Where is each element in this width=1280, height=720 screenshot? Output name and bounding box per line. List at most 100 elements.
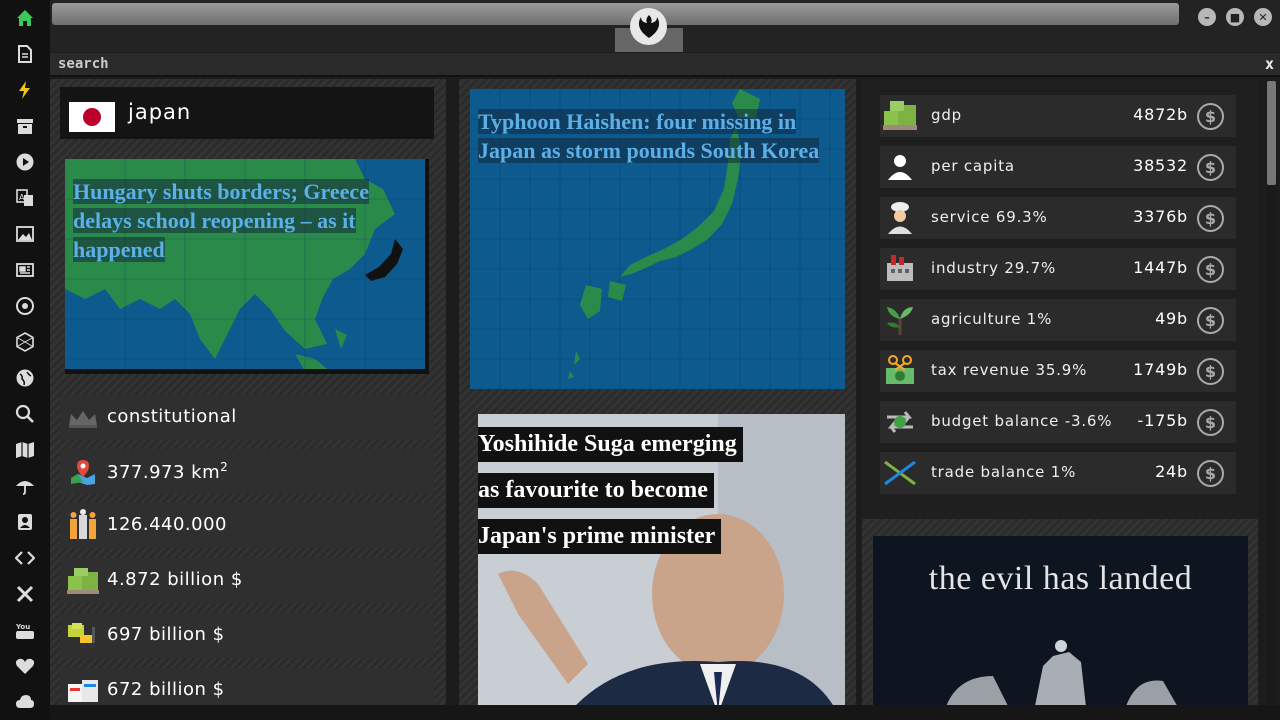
budget-icon bbox=[882, 404, 918, 440]
gdp-icon bbox=[882, 98, 918, 134]
area-map-icon bbox=[66, 455, 100, 489]
dollar-icon[interactable]: $ bbox=[1197, 409, 1224, 436]
stat-area: 377.973 km2 bbox=[60, 449, 434, 494]
news-card-typhoon[interactable]: Typhoon Haishen: four missing in Japan a… bbox=[470, 89, 845, 389]
tax-icon bbox=[882, 353, 918, 389]
archive-icon[interactable] bbox=[13, 114, 37, 138]
econ-row-industry[interactable]: industry 29.7% 1447b $ bbox=[880, 248, 1236, 290]
search-label: search bbox=[58, 56, 109, 72]
svg-text:A: A bbox=[19, 193, 25, 202]
forklift-money-icon bbox=[66, 619, 100, 653]
econ-row-service[interactable]: service 69.3% 3376b $ bbox=[880, 197, 1236, 239]
population-icon bbox=[66, 509, 100, 543]
map-icon[interactable] bbox=[13, 438, 37, 462]
maximize-button[interactable]: ■ bbox=[1226, 8, 1244, 26]
news-headline-left: Hungary shuts borders; Greece delays sch… bbox=[73, 179, 369, 262]
home-icon[interactable] bbox=[13, 6, 37, 30]
dollar-icon[interactable]: $ bbox=[1197, 103, 1224, 130]
promo-card[interactable]: the evil has landed bbox=[873, 536, 1248, 705]
economy-panel: gdp 4872b $ per capita 38532 $ service 6… bbox=[862, 79, 1258, 519]
scrollbar[interactable] bbox=[1266, 79, 1277, 705]
econ-label: budget balance -3.6% bbox=[931, 412, 1113, 430]
econ-row-budget-balance[interactable]: budget balance -3.6% -175b $ bbox=[880, 401, 1236, 443]
app-window: A You – ■ ✕ search x japan Hungary shuts… bbox=[0, 0, 1280, 720]
exports-value: 697 billion $ bbox=[107, 624, 225, 645]
newspaper-icon[interactable] bbox=[13, 258, 37, 282]
close-window-button[interactable]: ✕ bbox=[1254, 8, 1272, 26]
translate-icon[interactable]: A bbox=[13, 186, 37, 210]
dollar-icon[interactable]: $ bbox=[1197, 460, 1224, 487]
bottom-bar bbox=[50, 705, 1280, 720]
stat-gdp: 4.872 billion $ bbox=[60, 558, 434, 603]
econ-row-agriculture[interactable]: agriculture 1% 49b $ bbox=[880, 299, 1236, 341]
eagle-statue-image bbox=[946, 640, 1177, 705]
promo-text: the evil has landed bbox=[928, 560, 1193, 597]
scrollbar-thumb[interactable] bbox=[1267, 81, 1276, 185]
dollar-icon[interactable]: $ bbox=[1197, 256, 1224, 283]
econ-label: per capita bbox=[931, 157, 1015, 175]
tools-icon[interactable] bbox=[13, 582, 37, 606]
economy-column: gdp 4872b $ per capita 38532 $ service 6… bbox=[862, 79, 1258, 705]
factory-icon bbox=[882, 251, 918, 287]
minimize-button[interactable]: – bbox=[1198, 8, 1216, 26]
econ-label: industry 29.7% bbox=[931, 259, 1057, 277]
country-header: japan bbox=[60, 87, 434, 139]
news-card-left[interactable]: Hungary shuts borders; Greece delays sch… bbox=[65, 159, 429, 374]
econ-value: 3376b bbox=[1133, 207, 1188, 226]
dollar-icon[interactable]: $ bbox=[1197, 307, 1224, 334]
globe-icon[interactable] bbox=[13, 366, 37, 390]
trade-icon bbox=[882, 455, 918, 491]
code-icon[interactable] bbox=[13, 546, 37, 570]
econ-label: agriculture 1% bbox=[931, 310, 1053, 328]
news-headline-typhoon: Typhoon Haishen: four missing in Japan a… bbox=[478, 109, 820, 163]
cloud-icon[interactable] bbox=[13, 690, 37, 714]
econ-label: trade balance 1% bbox=[931, 463, 1077, 481]
stat-population: 126.440.000 bbox=[60, 503, 434, 548]
area-value: 377.973 km2 bbox=[107, 460, 229, 483]
settings-icon[interactable] bbox=[13, 294, 37, 318]
econ-row-trade-balance[interactable]: trade balance 1% 24b $ bbox=[880, 452, 1236, 494]
econ-value: 1447b bbox=[1133, 258, 1188, 277]
japan-flag-icon bbox=[69, 102, 115, 132]
lightning-icon[interactable] bbox=[13, 78, 37, 102]
logo-tab[interactable] bbox=[615, 0, 683, 52]
stat-imports: 672 billion $ bbox=[60, 668, 434, 705]
play-icon[interactable] bbox=[13, 150, 37, 174]
search-bar[interactable]: search x bbox=[50, 53, 1280, 77]
heart-icon[interactable] bbox=[13, 654, 37, 678]
econ-row-tax-revenue[interactable]: tax revenue 35.9% 1749b $ bbox=[880, 350, 1236, 392]
stat-exports: 697 billion $ bbox=[60, 613, 434, 658]
hexagon-icon[interactable] bbox=[13, 330, 37, 354]
search-icon[interactable] bbox=[13, 402, 37, 426]
search-close-button[interactable]: x bbox=[1265, 55, 1274, 73]
title-bar: – ■ ✕ bbox=[50, 0, 1280, 52]
econ-value: 1749b bbox=[1133, 360, 1188, 379]
news-card-suga[interactable]: Yoshihide Suga emerging as favourite to … bbox=[478, 414, 845, 705]
dollar-icon[interactable]: $ bbox=[1197, 154, 1224, 181]
cargo-boxes-icon bbox=[66, 674, 100, 705]
population-value: 126.440.000 bbox=[107, 514, 228, 535]
suga-headline-line-3: Japan's prime minister bbox=[478, 519, 722, 554]
imports-value: 672 billion $ bbox=[107, 679, 225, 700]
image-icon[interactable] bbox=[13, 222, 37, 246]
contact-icon[interactable] bbox=[13, 510, 37, 534]
econ-value: -175b bbox=[1137, 411, 1188, 430]
dollar-icon[interactable]: $ bbox=[1197, 358, 1224, 385]
umbrella-icon[interactable] bbox=[13, 474, 37, 498]
econ-label: service 69.3% bbox=[931, 208, 1048, 226]
dollar-icon[interactable]: $ bbox=[1197, 205, 1224, 232]
document-icon[interactable] bbox=[13, 42, 37, 66]
news-column: Typhoon Haishen: four missing in Japan a… bbox=[459, 79, 856, 705]
econ-value: 38532 bbox=[1133, 156, 1188, 175]
econ-value: 49b bbox=[1155, 309, 1188, 328]
econ-row-per-capita[interactable]: per capita 38532 $ bbox=[880, 146, 1236, 188]
svg-text:You: You bbox=[15, 623, 30, 631]
government-type: constitutional bbox=[107, 406, 237, 427]
crown-icon bbox=[66, 401, 100, 435]
person-icon bbox=[882, 149, 918, 185]
youtube-icon[interactable]: You bbox=[13, 618, 37, 642]
econ-value: 24b bbox=[1155, 462, 1188, 481]
econ-row-gdp[interactable]: gdp 4872b $ bbox=[880, 95, 1236, 137]
stat-government: constitutional bbox=[60, 395, 434, 440]
econ-value: 4872b bbox=[1133, 105, 1188, 124]
